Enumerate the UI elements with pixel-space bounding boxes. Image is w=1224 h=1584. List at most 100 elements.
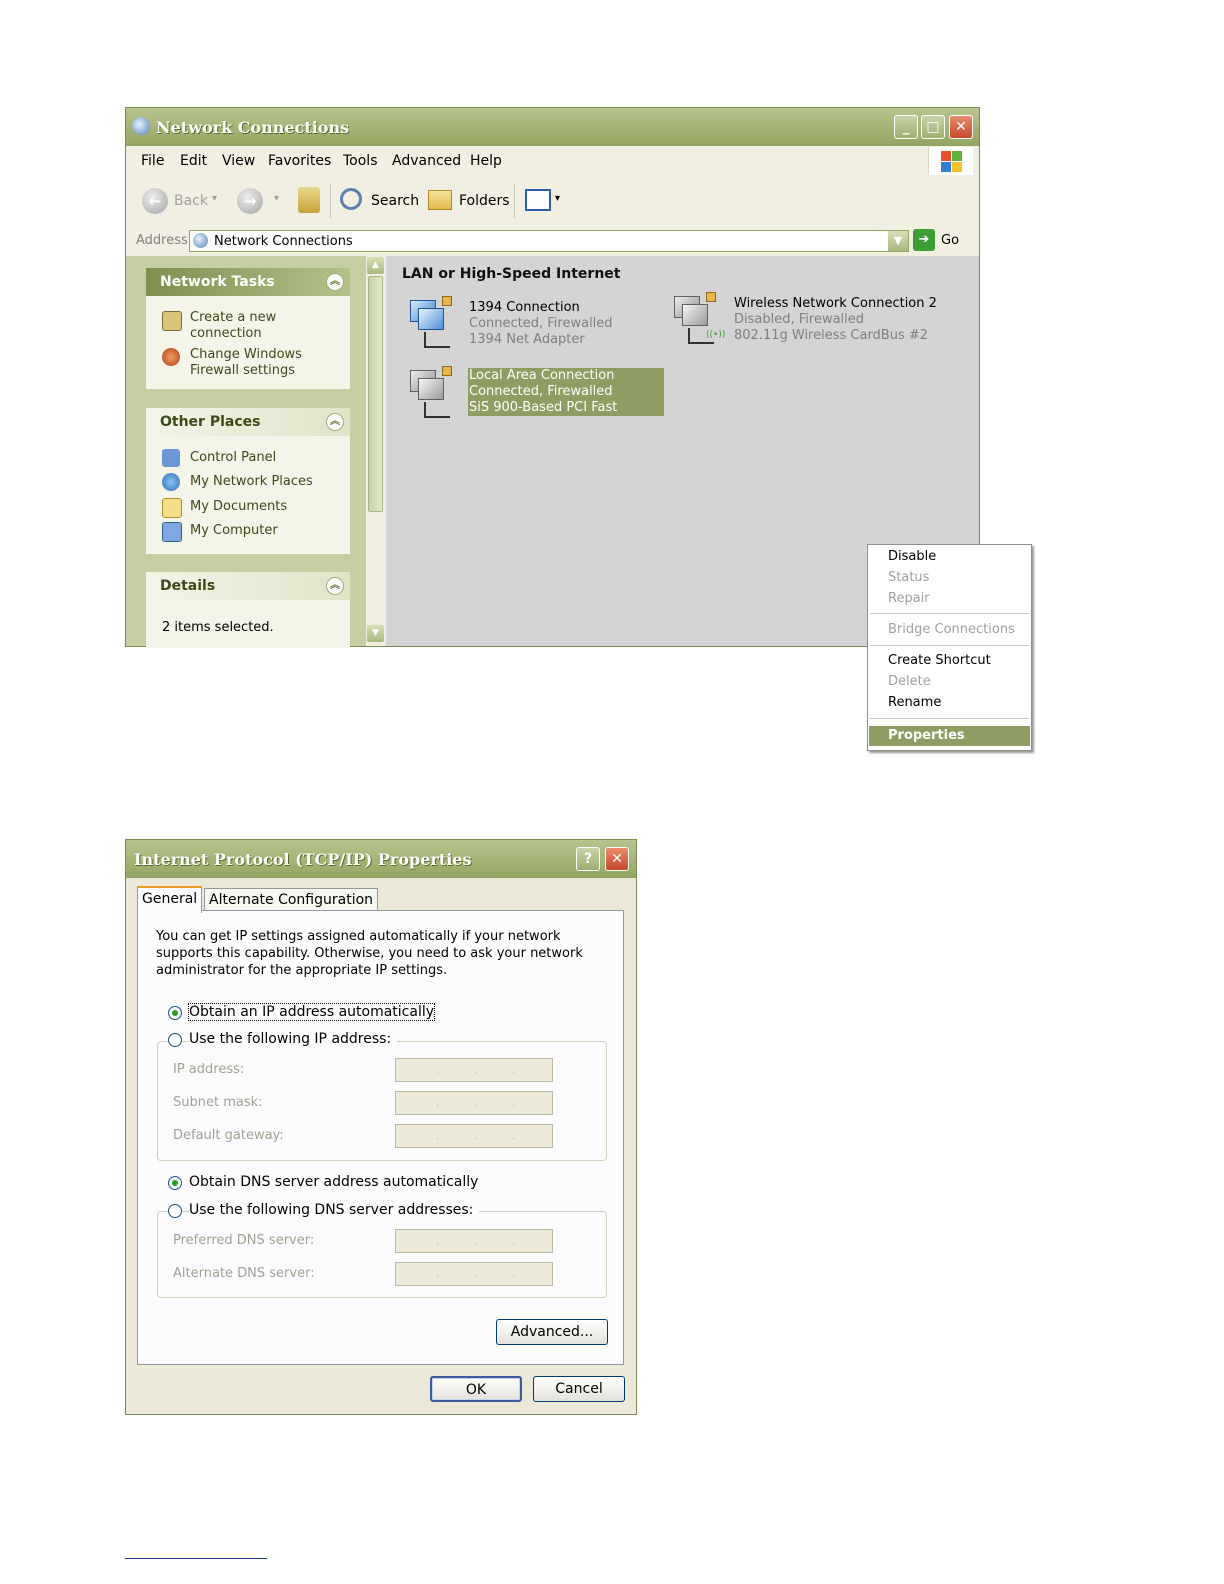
footnote-rule — [125, 1558, 267, 1559]
connection-status: Disabled, Firewalled — [734, 312, 865, 327]
task-create-connection[interactable]: Create a new connection — [190, 310, 276, 342]
scroll-up-icon[interactable]: ▲ — [367, 257, 384, 274]
folders-icon[interactable] — [428, 190, 452, 210]
ip-dot: . — [474, 1236, 478, 1247]
use-ip-radio[interactable] — [168, 1033, 182, 1047]
firewall-lock-icon — [442, 296, 452, 306]
minimize-button[interactable]: _ — [894, 115, 918, 139]
wireless-signal-icon: ((•)) — [706, 330, 726, 340]
views-dropdown-icon[interactable]: ▾ — [555, 193, 560, 204]
preferred-dns-field[interactable]: ... — [395, 1229, 553, 1253]
tab-general[interactable]: General — [137, 886, 203, 913]
go-button[interactable]: Go — [941, 233, 959, 248]
menu-item-properties[interactable]: Properties — [888, 728, 965, 743]
menu-item-status[interactable]: Status — [888, 570, 929, 585]
use-dns-radio[interactable] — [168, 1204, 182, 1218]
address-input[interactable]: Network Connections ▼ — [189, 230, 909, 252]
menu-item-rename[interactable]: Rename — [888, 695, 941, 710]
place-my-documents[interactable]: My Documents — [190, 499, 287, 515]
scroll-thumb[interactable] — [368, 276, 383, 512]
search-icon[interactable] — [340, 188, 362, 210]
menu-favorites[interactable]: Favorites — [268, 153, 331, 169]
connection-status: Connected, Firewalled — [469, 316, 613, 331]
menu-help[interactable]: Help — [470, 153, 502, 169]
menu-item-bridge-connections[interactable]: Bridge Connections — [888, 622, 1015, 637]
forward-arrow-icon[interactable]: → — [237, 188, 263, 214]
network-tasks-header[interactable]: Network Tasks ︽ — [146, 268, 350, 296]
place-my-computer[interactable]: My Computer — [190, 523, 278, 539]
connection-wireless[interactable]: Wireless Network Connection 2 Disabled, … — [734, 296, 937, 344]
other-places-header[interactable]: Other Places ︽ — [146, 408, 350, 436]
use-ip-label[interactable]: Use the following IP address: — [189, 1031, 398, 1047]
advanced-button[interactable]: Advanced... — [496, 1319, 608, 1345]
ip-dot: . — [474, 1131, 478, 1142]
task-change-firewall[interactable]: Change Windows Firewall settings — [190, 347, 302, 379]
menu-item-repair[interactable]: Repair — [888, 591, 930, 606]
back-arrow-icon[interactable]: ← — [142, 188, 168, 214]
wireless-connection-icon[interactable]: ((•)) — [670, 292, 725, 344]
forward-dropdown-icon[interactable]: ▾ — [274, 193, 279, 204]
cancel-button[interactable]: Cancel — [533, 1376, 625, 1402]
dialog-title: Internet Protocol (TCP/IP) Properties — [134, 850, 472, 869]
close-button[interactable]: ✕ — [605, 847, 629, 871]
back-button[interactable]: Back — [174, 193, 208, 209]
network-connection-icon[interactable] — [406, 366, 452, 418]
task-label: Change Windows — [190, 347, 302, 362]
obtain-ip-label[interactable]: Obtain an IP address automatically — [187, 1003, 436, 1021]
ip-dot: . — [512, 1269, 516, 1280]
collapse-chevron-icon[interactable]: ︽ — [326, 273, 344, 291]
help-button[interactable]: ? — [576, 847, 600, 871]
network-tasks-panel: Network Tasks ︽ Create a new connection … — [146, 268, 350, 389]
go-arrow-icon[interactable]: ➔ — [913, 229, 935, 251]
folders-button[interactable]: Folders — [459, 193, 510, 209]
menu-file[interactable]: File — [141, 153, 164, 169]
address-dropdown-icon[interactable]: ▼ — [888, 231, 908, 251]
title-bar[interactable]: Internet Protocol (TCP/IP) Properties ? … — [126, 840, 636, 878]
menu-advanced[interactable]: Advanced — [392, 153, 461, 169]
obtain-dns-label[interactable]: Obtain DNS server address automatically — [189, 1174, 478, 1190]
menu-item-delete[interactable]: Delete — [888, 674, 931, 689]
place-my-network-places[interactable]: My Network Places — [190, 474, 313, 490]
place-control-panel[interactable]: Control Panel — [190, 450, 276, 466]
task-label: connection — [190, 326, 262, 341]
menu-tools[interactable]: Tools — [343, 153, 378, 169]
default-gateway-field[interactable]: ... — [395, 1124, 553, 1148]
use-dns-label[interactable]: Use the following DNS server addresses: — [189, 1202, 480, 1218]
subnet-mask-field[interactable]: ... — [395, 1091, 553, 1115]
ip-fieldset: IP address: ... Subnet mask: ... Default… — [157, 1041, 607, 1161]
views-icon[interactable] — [525, 189, 551, 211]
ok-button[interactable]: OK — [430, 1376, 522, 1402]
menu-item-disable[interactable]: Disable — [888, 549, 936, 564]
maximize-button[interactable]: □ — [921, 115, 945, 139]
collapse-chevron-icon[interactable]: ︽ — [326, 577, 344, 595]
close-button[interactable]: ✕ — [949, 115, 973, 139]
tab-alternate-configuration[interactable]: Alternate Configuration — [204, 888, 379, 912]
details-header[interactable]: Details ︽ — [146, 572, 350, 600]
menu-item-create-shortcut[interactable]: Create Shortcut — [888, 653, 991, 668]
menu-view[interactable]: View — [222, 153, 255, 169]
vertical-scrollbar[interactable]: ▲ ▼ — [366, 256, 386, 646]
title-bar[interactable]: Network Connections _ □ ✕ — [126, 108, 979, 146]
ip-dot: . — [436, 1131, 440, 1142]
preferred-dns-label: Preferred DNS server: — [173, 1233, 315, 1248]
scroll-down-icon[interactable]: ▼ — [367, 625, 384, 642]
collapse-chevron-icon[interactable]: ︽ — [326, 413, 344, 431]
alternate-dns-field[interactable]: ... — [395, 1262, 553, 1286]
ip-dot: . — [474, 1098, 478, 1109]
network-connection-icon[interactable] — [406, 296, 452, 348]
menu-separator — [870, 645, 1029, 646]
details-title: Details — [160, 578, 216, 594]
obtain-ip-radio[interactable] — [168, 1006, 182, 1020]
up-folder-icon[interactable] — [298, 187, 320, 213]
connection-local-area[interactable]: Local Area Connection Connected, Firewal… — [468, 368, 664, 416]
connection-1394[interactable]: 1394 Connection Connected, Firewalled 13… — [469, 300, 613, 348]
back-dropdown-icon[interactable]: ▾ — [212, 193, 217, 204]
menu-edit[interactable]: Edit — [180, 153, 207, 169]
search-button[interactable]: Search — [371, 193, 419, 209]
details-text: 2 items selected. — [162, 620, 274, 635]
menu-separator — [870, 718, 1029, 719]
obtain-dns-radio[interactable] — [168, 1176, 182, 1190]
network-connections-window: Network Connections _ □ ✕ File Edit View… — [125, 107, 1032, 751]
default-gateway-label: Default gateway: — [173, 1128, 284, 1143]
ip-address-field[interactable]: ... — [395, 1058, 553, 1082]
